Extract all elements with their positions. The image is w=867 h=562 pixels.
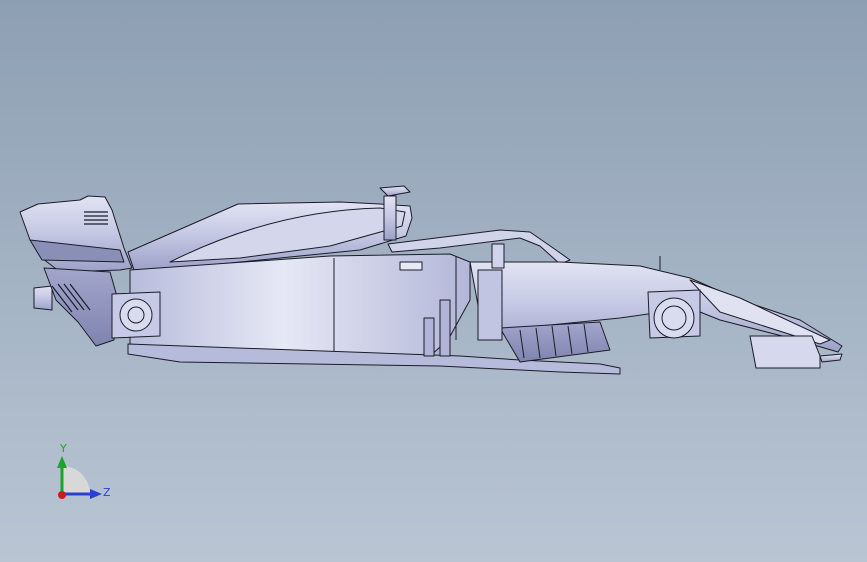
car-model[interactable] [0,0,867,562]
z-axis-label: Z [103,486,111,499]
coordinate-triad [57,456,102,499]
front-wing [749,335,821,369]
graphics-viewport[interactable]: Y Z [0,0,867,562]
front-wheel-hub [653,297,695,339]
y-axis-label: Y [60,442,67,455]
rear-wheel-hub [119,298,153,332]
